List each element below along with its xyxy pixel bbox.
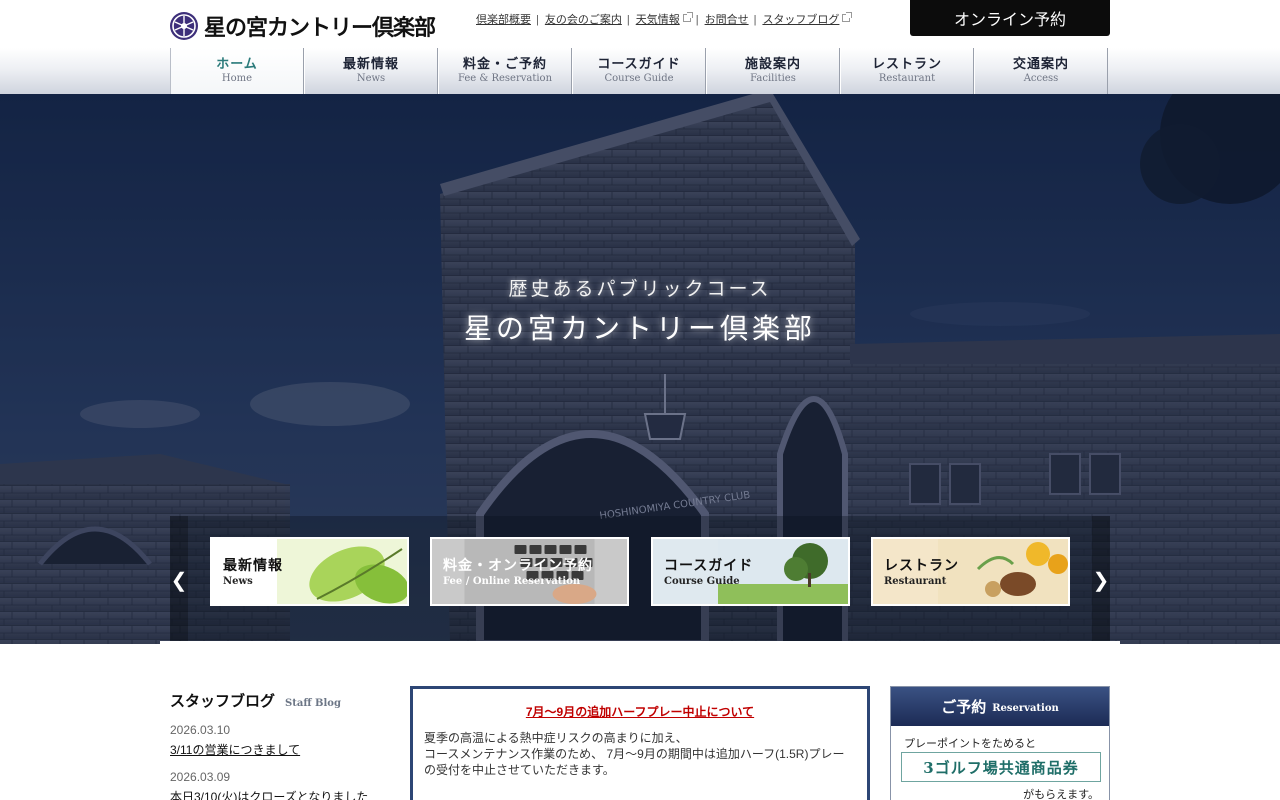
- reservation-text: プレーポイントをためると: [904, 738, 1036, 750]
- util-link-weather[interactable]: 天気情報: [636, 14, 680, 26]
- nav-label: コースガイド: [597, 57, 681, 72]
- util-link-staff-blog[interactable]: スタッフブログ: [762, 14, 839, 26]
- logo-text: 星の宮カントリー倶楽部: [204, 15, 436, 41]
- chevron-right-icon[interactable]: ❯: [1092, 516, 1110, 644]
- card-title: 料金・オンライン予約: [443, 558, 593, 574]
- logo-emblem-icon: [170, 12, 198, 40]
- nav-item-home[interactable]: ホーム Home: [170, 48, 304, 94]
- blog-heading: スタッフブログ: [170, 692, 276, 710]
- card-fee-online-reservation[interactable]: 料金・オンライン予約 Fee / Online Reservation: [430, 537, 629, 606]
- notice-title-link[interactable]: 7月～9月の追加ハーフプレー中止について: [413, 703, 867, 720]
- util-link-club-overview[interactable]: 倶楽部概要: [476, 14, 531, 26]
- notice-line: コースメンテナンス作業のため、 7月～9月の期間中は追加ハーフ(1.5R)プレー: [424, 747, 845, 761]
- gift-certificate-banner[interactable]: 3ゴルフ場共通商品券: [901, 752, 1101, 782]
- nav-item-course-guide[interactable]: コースガイド Course Guide: [572, 48, 706, 94]
- card-news[interactable]: 最新情報 News: [210, 537, 409, 606]
- nav-item-access[interactable]: 交通案内 Access: [974, 48, 1108, 94]
- reservation-title-en: Reservation: [992, 703, 1059, 714]
- hero-subtitle: 歴史あるパブリックコース: [508, 278, 772, 300]
- card-subtitle: News: [223, 576, 253, 587]
- nav-item-restaurant[interactable]: レストラン Restaurant: [840, 48, 974, 94]
- nav-label: 最新情報: [342, 57, 399, 72]
- nav-item-news[interactable]: 最新情報 News: [304, 48, 438, 94]
- staff-blog-section: スタッフブログ Staff Blog 2026.03.10 3/11の営業につき…: [170, 690, 390, 800]
- blog-entry: 2026.03.10 3/11の営業につきまして: [170, 723, 390, 758]
- nav-label: 料金・ご予約: [462, 57, 547, 72]
- notice-line: の受付を中止させていただきます。: [424, 763, 615, 777]
- nav-label-en: Fee & Reservation: [457, 73, 553, 84]
- quick-link-carousel: ❮ 最新情報 News 料金・オンライン予約 Fee / Online Rese…: [170, 516, 1110, 644]
- nav-label: ホーム: [216, 57, 258, 72]
- hero-divider: [160, 641, 1120, 644]
- card-course-guide[interactable]: コースガイド Course Guide: [651, 537, 850, 606]
- nav-label-en: Facilities: [750, 73, 796, 84]
- external-link-icon: [682, 12, 693, 22]
- nav-label: 施設案内: [744, 57, 801, 72]
- notice-box: 7月～9月の追加ハーフプレー中止について 夏季の高温による熱中症リスクの高まりに…: [410, 686, 870, 800]
- util-link-friends-club[interactable]: 友の会のご案内: [545, 14, 622, 26]
- reservation-title: ご予約: [941, 698, 987, 716]
- nav-label-en: News: [356, 73, 386, 84]
- card-restaurant[interactable]: レストラン Restaurant: [871, 537, 1070, 606]
- blog-entry: 2026.03.09 本日3/10(火)はクローズとなりました: [170, 770, 390, 800]
- nav-label-en: Access: [1023, 73, 1059, 84]
- site-logo[interactable]: 星の宮カントリー倶楽部: [170, 10, 436, 42]
- hero-title: 星の宮カントリー倶楽部: [463, 312, 816, 345]
- nav-label-en: Restaurant: [878, 73, 936, 84]
- card-title: レストラン: [884, 558, 959, 574]
- nav-label: 交通案内: [1012, 57, 1069, 72]
- external-link-icon: [842, 12, 853, 22]
- hero-slideshow: HOSHINOMIYA COUNTRY CLUB 歴史あるパブリックコース 星の…: [0, 94, 1280, 644]
- chevron-left-icon[interactable]: ❮: [170, 516, 188, 644]
- nav-label-en: Course Guide: [604, 73, 674, 84]
- notice-body: 夏季の高温による熱中症リスクの高まりに加え、 コースメンテナンス作業のため、 7…: [424, 730, 860, 778]
- reservation-box: ご予約 Reservation プレーポイントをためると 3ゴルフ場共通商品券 …: [890, 686, 1110, 800]
- utility-links: 倶楽部概要 | 友の会のご案内 | 天気情報 | お問合せ | スタッフブログ: [476, 11, 853, 27]
- blog-heading-en: Staff Blog: [285, 698, 341, 709]
- leaf-image: [277, 539, 407, 604]
- card-subtitle: Fee / Online Reservation: [443, 576, 581, 587]
- online-reservation-button[interactable]: オンライン予約: [910, 0, 1110, 36]
- nav-item-facilities[interactable]: 施設案内 Facilities: [706, 48, 840, 94]
- util-link-contact[interactable]: お問合せ: [705, 14, 749, 26]
- nav-item-fee-reservation[interactable]: 料金・ご予約 Fee & Reservation: [438, 48, 572, 94]
- main-nav: ホーム Home 最新情報 News 料金・ご予約 Fee & Reservat…: [170, 48, 1110, 94]
- blog-link[interactable]: 3/11の営業につきまして: [170, 741, 390, 758]
- blog-date: 2026.03.09: [170, 770, 231, 784]
- card-subtitle: Restaurant: [884, 576, 947, 587]
- reservation-text-2: がもらえます。: [1023, 789, 1099, 800]
- card-subtitle: Course Guide: [664, 576, 740, 587]
- nav-label-en: Home: [221, 73, 253, 84]
- card-title: 最新情報: [223, 558, 283, 574]
- hero-title-block: 歴史あるパブリックコース 星の宮カントリー倶楽部: [0, 274, 1280, 347]
- site-header: 星の宮カントリー倶楽部 倶楽部概要 | 友の会のご案内 | 天気情報 | お問合せ | スタッフ…: [0, 0, 1280, 48]
- notice-line: 夏季の高温による熱中症リスクの高まりに加え、: [424, 731, 688, 745]
- reservation-heading[interactable]: ご予約 Reservation: [891, 687, 1109, 726]
- blog-link[interactable]: 本日3/10(火)はクローズとなりました: [170, 788, 390, 800]
- blog-date: 2026.03.10: [170, 723, 231, 737]
- card-title: コースガイド: [664, 558, 754, 574]
- nav-label: レストラン: [871, 57, 942, 72]
